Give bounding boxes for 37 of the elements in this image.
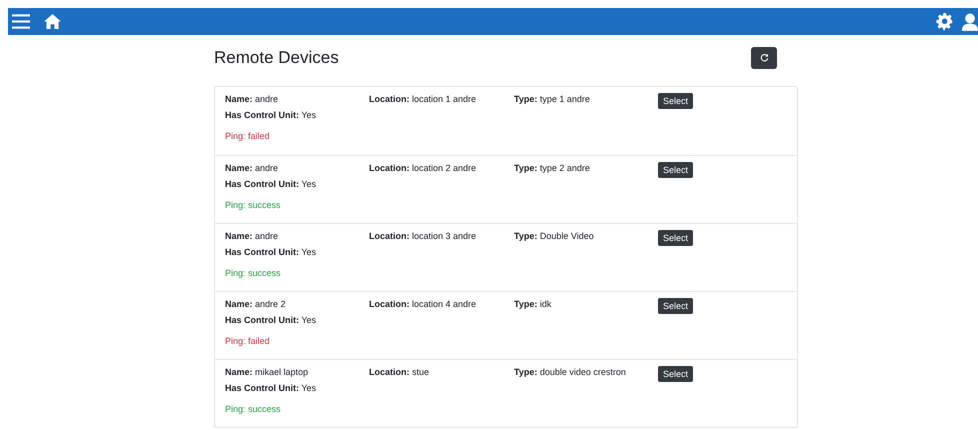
select-button[interactable]: Select — [658, 93, 694, 109]
control-unit: Has Control Unit: Yes — [225, 382, 318, 395]
device-type: Type: idk — [514, 298, 552, 311]
device-location: Location: location 1 andre — [369, 93, 478, 106]
ping-status: Ping: success — [225, 199, 282, 212]
device-name: Name: andre — [225, 230, 280, 243]
device-type: Type: type 2 andre — [514, 162, 591, 175]
device-name: Name: andre 2 — [225, 298, 287, 311]
page-title: Remote Devices — [214, 48, 339, 68]
device-location: Location: location 3 andre — [369, 230, 478, 243]
device-location: Location: location 2 andre — [369, 162, 478, 175]
device-type: Type: type 1 andre — [514, 93, 591, 106]
device-location: Location: stue — [369, 366, 430, 379]
control-unit: Has Control Unit: Yes — [225, 109, 318, 122]
user-icon[interactable] — [962, 12, 978, 30]
refresh-button[interactable] — [751, 46, 777, 68]
ping-status: Ping: success — [225, 267, 282, 280]
select-button[interactable]: Select — [658, 366, 694, 382]
ping-status: Ping: success — [225, 403, 282, 416]
ping-status: Ping: failed — [225, 335, 271, 348]
control-unit: Has Control Unit: Yes — [225, 246, 318, 259]
device-type: Type: double video crestron — [514, 366, 627, 379]
select-button[interactable]: Select — [658, 162, 694, 178]
control-unit: Has Control Unit: Yes — [225, 314, 318, 327]
device-name: Name: andre — [225, 162, 280, 175]
ping-status: Ping: failed — [225, 130, 271, 143]
select-button[interactable]: Select — [658, 298, 694, 314]
device-name: Name: andre — [225, 93, 280, 106]
home-icon[interactable] — [44, 14, 61, 29]
select-button[interactable]: Select — [658, 230, 694, 246]
device-location: Location: location 4 andre — [369, 298, 478, 311]
refresh-icon — [760, 53, 768, 62]
menu-icon[interactable] — [12, 14, 30, 29]
settings-icon[interactable] — [936, 12, 954, 30]
device-type: Type: Double Video — [514, 230, 595, 243]
device-name: Name: mikael laptop — [225, 366, 310, 379]
control-unit: Has Control Unit: Yes — [225, 178, 318, 191]
